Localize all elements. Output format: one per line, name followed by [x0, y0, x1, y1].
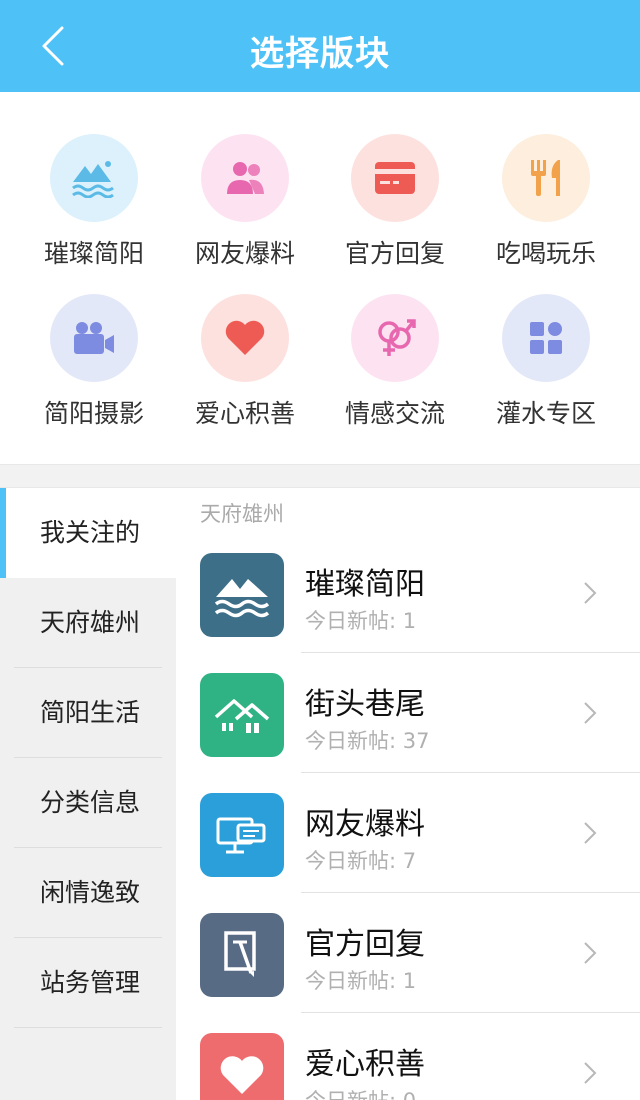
chevron-right-icon: [584, 822, 597, 844]
grid-icon-bg: [201, 134, 289, 222]
section-title: 天府雄州: [200, 502, 284, 526]
monitor-chat-icon: [216, 817, 266, 854]
mountain-wave-icon: [214, 579, 270, 618]
forum-row[interactable]: 璀璨简阳 今日新帖: 1: [176, 533, 640, 653]
grid-item-emotion[interactable]: 情感交流: [320, 294, 470, 444]
sidebar-item-tianfu-xiongzhou[interactable]: 天府雄州: [0, 578, 176, 668]
grid-icon-bg: [50, 294, 138, 382]
chevron-right-icon: [584, 942, 597, 964]
forum-icon-tile: [200, 913, 284, 997]
forum-new-posts: 今日新帖: 37: [305, 729, 430, 753]
grid-item-netizen-reports[interactable]: 网友爆料: [170, 134, 320, 284]
quick-board-grid: 璀璨简阳 网友爆料 官方回复 吃喝玩乐 简阳摄影 爱心积善 情感交流 灌水专区: [0, 92, 640, 464]
fork-knife-icon: [531, 160, 560, 196]
grid-item-label: 网友爆料: [194, 239, 295, 268]
grid-item-official-reply[interactable]: 官方回复: [320, 134, 470, 284]
chevron-right-icon: [584, 582, 597, 604]
grid-icon-bg: [50, 134, 138, 222]
forum-name: 街头巷尾: [305, 687, 425, 722]
grid-icon-bg: [351, 134, 439, 222]
grid-item-label: 爱心积善: [194, 399, 295, 428]
sidebar-item-following[interactable]: 我关注的: [0, 488, 176, 578]
category-sidebar: 我关注的 天府雄州 简阳生活 分类信息 闲情逸致 站务管理: [0, 488, 176, 1100]
forum-list-panel: 天府雄州 璀璨简阳 今日新帖: 1 街头巷尾 今日新帖: 37 网友爆料 今日新…: [176, 488, 640, 1100]
forum-new-posts: 今日新帖: 0: [305, 1085, 416, 1100]
page-title: 选择版块: [250, 34, 390, 74]
heart-icon: [225, 320, 265, 355]
grid-item-label: 吃喝玩乐: [495, 239, 596, 268]
forum-name: 璀璨简阳: [305, 567, 425, 602]
document-pen-icon: [224, 931, 256, 977]
chevron-right-icon: [584, 1062, 597, 1084]
card-icon: [375, 162, 415, 194]
forum-icon-tile: [200, 1033, 284, 1100]
forum-name: 爱心积善: [305, 1047, 425, 1082]
grid-item-chat-zone[interactable]: 灌水专区: [471, 294, 621, 444]
grid-apps-icon: [530, 322, 562, 354]
grid-item-label: 官方回复: [344, 239, 445, 268]
grid-item-label: 灌水专区: [495, 399, 596, 428]
houses-icon: [214, 699, 270, 733]
forum-new-posts: 今日新帖: 7: [305, 849, 417, 873]
grid-item-food-fun[interactable]: 吃喝玩乐: [471, 134, 621, 284]
grid-icon-bg: [201, 294, 289, 382]
forum-new-posts: 今日新帖: 1: [305, 969, 417, 993]
chevron-right-icon: [584, 702, 597, 724]
forum-name: 官方回复: [305, 927, 425, 962]
grid-item-label: 简阳摄影: [43, 399, 144, 428]
forum-icon-tile: [200, 553, 284, 637]
sidebar-item-site-admin[interactable]: 站务管理: [0, 938, 176, 1028]
section-divider: [0, 464, 640, 488]
grid-icon-bg: [502, 134, 590, 222]
grid-item-cancan-jianyang[interactable]: 璀璨简阳: [19, 134, 169, 284]
forum-row[interactable]: 爱心积善 今日新帖: 0: [176, 1013, 640, 1100]
sidebar-item-classifieds[interactable]: 分类信息: [0, 758, 176, 848]
grid-icon-bg: [502, 294, 590, 382]
video-camera-icon: [74, 322, 114, 354]
forum-row[interactable]: 街头巷尾 今日新帖: 37: [176, 653, 640, 773]
forum-icon-tile: [200, 673, 284, 757]
heart-icon: [220, 1056, 264, 1094]
forum-icon-tile: [200, 793, 284, 877]
grid-item-label: 情感交流: [344, 399, 445, 428]
sidebar-item-leisure[interactable]: 闲情逸致: [0, 848, 176, 938]
grid-item-charity[interactable]: 爱心积善: [170, 294, 320, 444]
forum-name: 网友爆料: [305, 807, 425, 842]
grid-item-label: 璀璨简阳: [43, 239, 144, 268]
forum-row[interactable]: 官方回复 今日新帖: 1: [176, 893, 640, 1013]
gender-rings-icon: [378, 319, 416, 356]
app-header: 选择版块: [0, 0, 640, 92]
grid-item-photography[interactable]: 简阳摄影: [19, 294, 169, 444]
mountain-wave-icon: [72, 161, 114, 198]
sidebar-item-jianyang-life[interactable]: 简阳生活: [0, 668, 176, 758]
forum-row[interactable]: 网友爆料 今日新帖: 7: [176, 773, 640, 893]
forum-new-posts: 今日新帖: 1: [305, 609, 417, 633]
grid-icon-bg: [351, 294, 439, 382]
users-icon: [227, 162, 264, 194]
